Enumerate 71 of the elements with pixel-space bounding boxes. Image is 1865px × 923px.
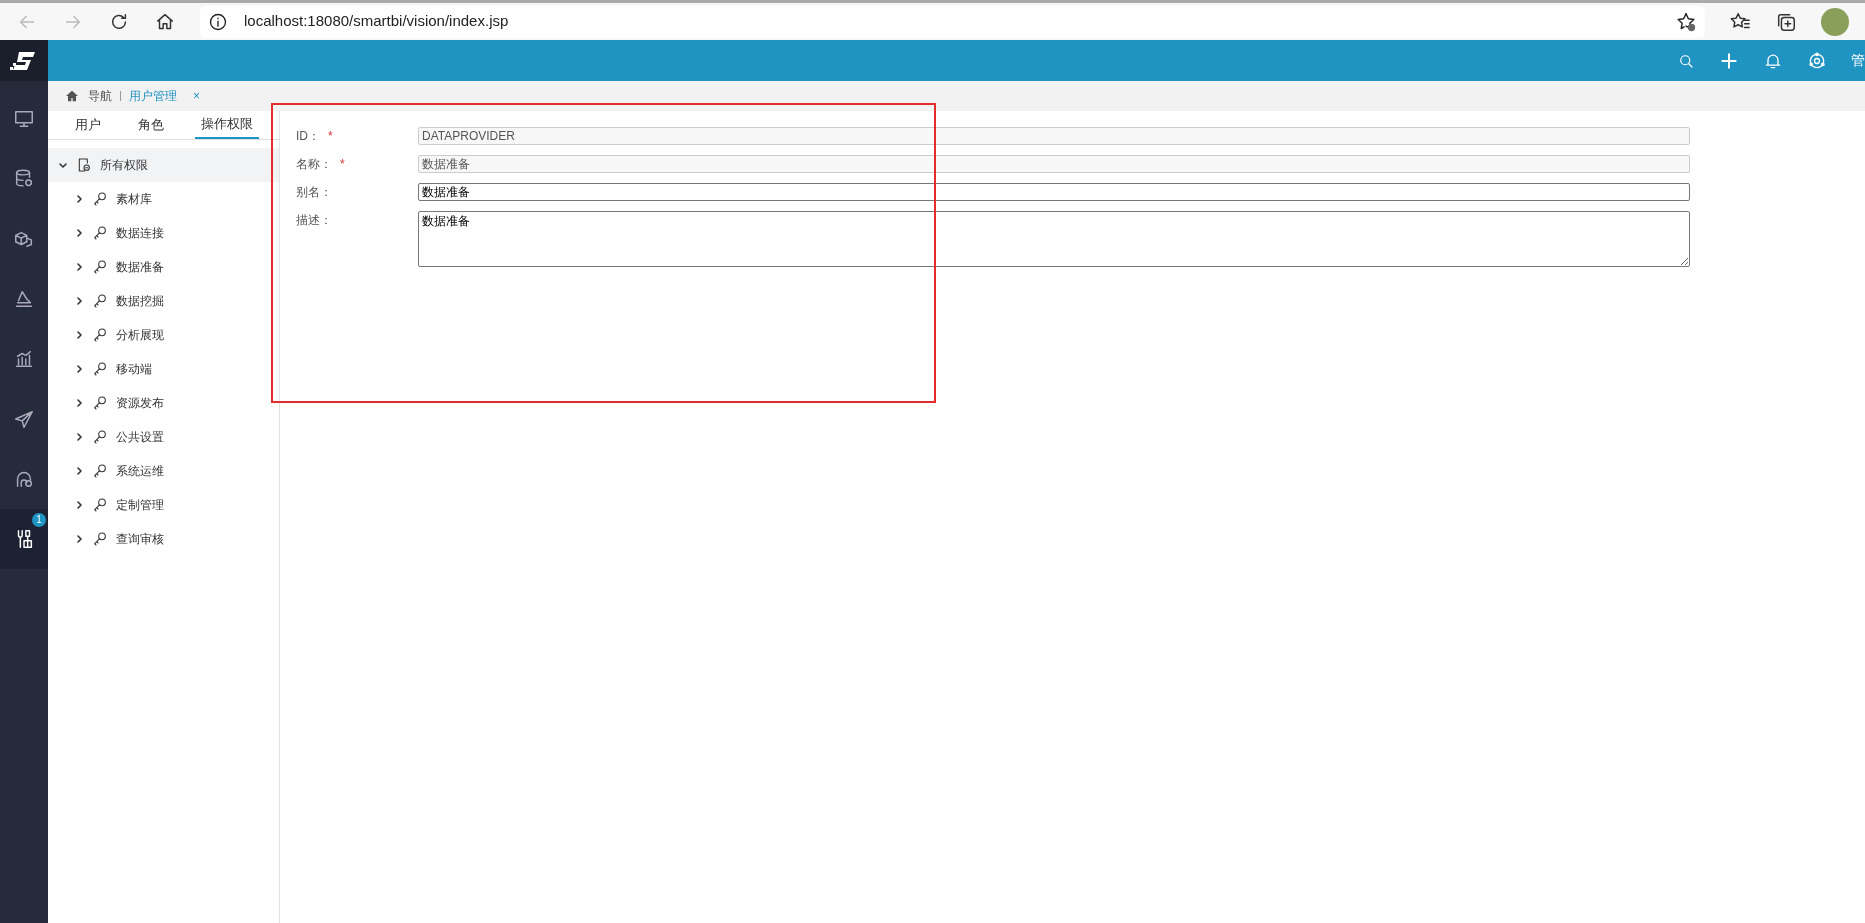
document-icon bbox=[76, 156, 92, 173]
key-icon bbox=[92, 224, 108, 241]
field-label: 名称： bbox=[296, 156, 332, 173]
tree-item[interactable]: 分析展现 bbox=[48, 317, 279, 352]
tree-label: 分析展现 bbox=[116, 326, 164, 344]
field-label: ID： bbox=[296, 128, 320, 145]
tree-label: 查询审核 bbox=[116, 530, 164, 548]
chevron-right-icon[interactable] bbox=[74, 397, 84, 408]
tree-item[interactable]: 查询审核 bbox=[48, 521, 279, 556]
tree-label: 所有权限 bbox=[100, 156, 148, 174]
tree-label: 资源发布 bbox=[116, 394, 164, 412]
home-icon[interactable] bbox=[64, 88, 80, 104]
field-label: 描述： bbox=[296, 212, 332, 229]
tree-item[interactable]: 素材库 bbox=[48, 181, 279, 216]
tree-label: 移动端 bbox=[116, 360, 152, 378]
key-icon bbox=[92, 496, 108, 513]
tree-label: 系统运维 bbox=[116, 462, 164, 480]
notification-badge: 1 bbox=[32, 513, 46, 527]
tree-label: 数据准备 bbox=[116, 258, 164, 276]
chevron-right-icon[interactable] bbox=[74, 295, 84, 306]
key-icon bbox=[92, 258, 108, 275]
key-icon bbox=[92, 462, 108, 479]
tree-item[interactable]: 公共设置 bbox=[48, 419, 279, 454]
key-icon bbox=[92, 428, 108, 445]
monitor-icon bbox=[13, 108, 35, 130]
chevron-right-icon[interactable] bbox=[74, 261, 84, 272]
star-add-icon[interactable] bbox=[1675, 10, 1697, 33]
input-field[interactable]: 数据准备 bbox=[418, 183, 1690, 201]
tree-label: 数据连接 bbox=[116, 224, 164, 242]
tree-item[interactable]: 数据准备 bbox=[48, 249, 279, 284]
field-label: 别名： bbox=[296, 184, 332, 201]
required-asterisk: * bbox=[328, 128, 333, 145]
address-text[interactable]: localhost:18080/smartbi/vision/index.jsp bbox=[244, 10, 509, 33]
key-icon bbox=[92, 190, 108, 207]
tree-item[interactable]: 系统运维 bbox=[48, 453, 279, 488]
tab[interactable]: 用户 bbox=[68, 111, 107, 139]
chevron-right-icon[interactable] bbox=[74, 227, 84, 238]
key-icon bbox=[92, 360, 108, 377]
chevron-right-icon[interactable] bbox=[74, 329, 84, 340]
avatar-icon[interactable] bbox=[1821, 7, 1849, 36]
tree-item[interactable]: 移动端 bbox=[48, 351, 279, 386]
required-asterisk: * bbox=[340, 156, 345, 173]
tree-item[interactable]: 数据挖掘 bbox=[48, 283, 279, 318]
chevron-right-icon[interactable] bbox=[74, 533, 84, 544]
tab[interactable]: 操作权限 bbox=[194, 111, 259, 139]
tree-label: 数据挖掘 bbox=[116, 292, 164, 310]
tree-label: 素材库 bbox=[116, 190, 152, 208]
tree-label: 公共设置 bbox=[116, 428, 164, 446]
add-icon[interactable] bbox=[1719, 50, 1739, 71]
tab[interactable]: 角色 bbox=[131, 111, 170, 139]
textarea-field[interactable]: 数据准备 bbox=[418, 211, 1690, 267]
chevron-right-icon[interactable] bbox=[74, 431, 84, 442]
chart-icon bbox=[13, 348, 35, 370]
chevron-right-icon[interactable] bbox=[74, 193, 84, 204]
chevron-right-icon[interactable] bbox=[74, 363, 84, 374]
send-icon bbox=[13, 408, 35, 430]
breadcrumb-home[interactable]: 导航 bbox=[88, 87, 112, 105]
info-icon[interactable] bbox=[208, 11, 228, 32]
chevron-right-icon[interactable] bbox=[74, 465, 84, 476]
key-icon bbox=[92, 530, 108, 547]
key-icon bbox=[92, 326, 108, 343]
tree-label: 定制管理 bbox=[116, 496, 164, 514]
tree-item[interactable]: 定制管理 bbox=[48, 487, 279, 522]
key-icon bbox=[92, 292, 108, 309]
chevron-right-icon[interactable] bbox=[74, 499, 84, 510]
key-icon bbox=[92, 394, 108, 411]
database-icon bbox=[13, 168, 35, 190]
tree-item[interactable]: 资源发布 bbox=[48, 385, 279, 420]
tree-item[interactable]: 所有权限 bbox=[48, 147, 279, 182]
network-icon[interactable] bbox=[1807, 50, 1827, 71]
tree-item[interactable]: 数据连接 bbox=[48, 215, 279, 250]
